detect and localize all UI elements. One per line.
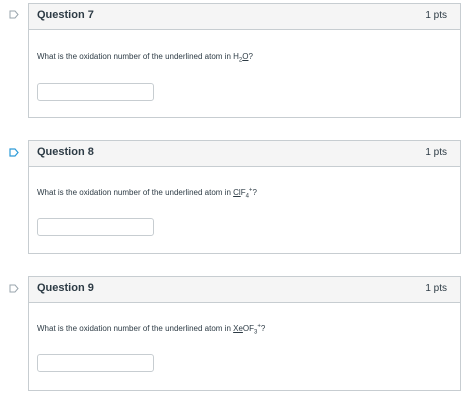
question-card: Question 8 1 pts What is the oxidation n… (28, 140, 461, 254)
answer-input[interactable] (37, 218, 154, 236)
flag-question-icon[interactable] (9, 10, 19, 19)
question-points: 1 pts (425, 147, 447, 158)
question-card: Question 7 1 pts What is the oxidation n… (28, 3, 461, 118)
question-header: Question 7 1 pts (29, 4, 460, 30)
flag-question-icon[interactable] (9, 284, 19, 293)
flag-question-icon[interactable] (9, 148, 19, 157)
answer-input[interactable] (37, 354, 154, 372)
question-text: What is the oxidation number of the unde… (37, 52, 253, 64)
answer-input[interactable] (37, 83, 154, 101)
question-text: What is the oxidation number of the unde… (37, 187, 257, 200)
question-title: Question 9 (37, 282, 94, 294)
question-title: Question 7 (37, 9, 94, 21)
quiz-page: Question 7 1 pts What is the oxidation n… (0, 0, 474, 402)
question-title: Question 8 (37, 146, 94, 158)
question-points: 1 pts (425, 283, 447, 294)
question-header: Question 8 1 pts (29, 141, 460, 167)
question-card: Question 9 1 pts What is the oxidation n… (28, 276, 461, 391)
question-text: What is the oxidation number of the unde… (37, 323, 266, 336)
question-points: 1 pts (425, 10, 447, 21)
question-header: Question 9 1 pts (29, 277, 460, 303)
